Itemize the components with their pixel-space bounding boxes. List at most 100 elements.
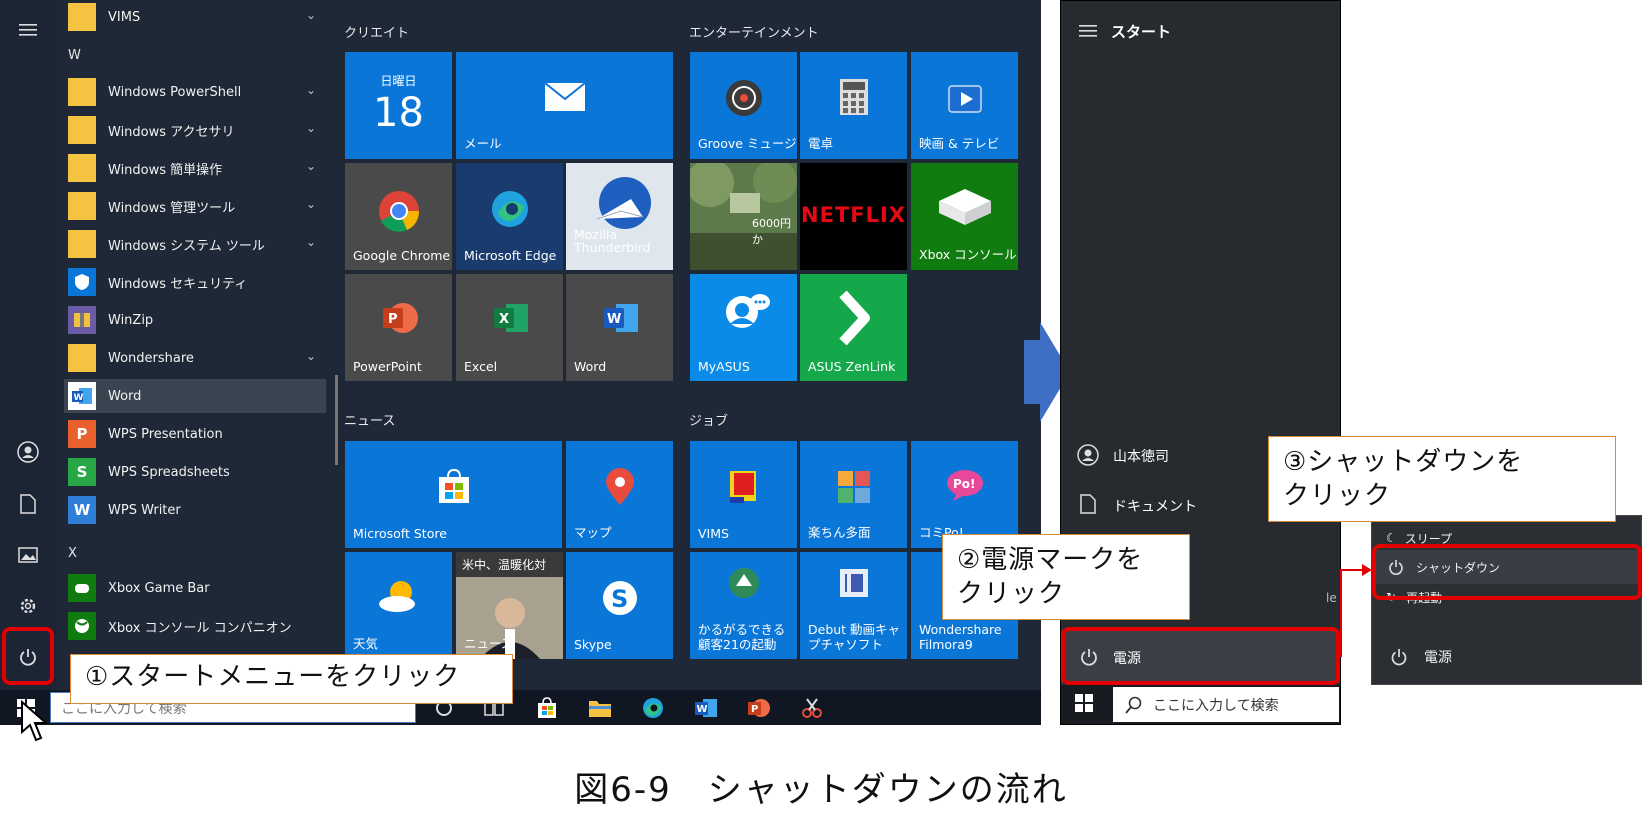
tile-skype[interactable]: S Skype — [566, 552, 673, 659]
menu-item-power[interactable]: 電源 — [1372, 642, 1641, 672]
document-icon[interactable] — [14, 490, 42, 518]
xbox-console-icon — [911, 185, 1018, 238]
tile-debut[interactable]: Debut 動画キャプチャソフト — [800, 552, 907, 659]
list-item[interactable]: Windows PowerShell ⌄ — [64, 75, 326, 109]
list-item[interactable]: Windows アクセサリ ⌄ — [64, 113, 326, 147]
list-item[interactable]: Wondershare ⌄ — [64, 341, 326, 375]
start-rail — [0, 0, 56, 725]
svg-text:W: W — [74, 393, 84, 403]
svg-text:W: W — [697, 704, 708, 715]
tile-weather[interactable]: 天気 — [345, 552, 452, 659]
folder-icon — [68, 230, 96, 258]
edge-icon[interactable] — [639, 694, 667, 722]
user-icon[interactable] — [14, 438, 42, 466]
debut-icon — [800, 566, 907, 609]
tile-zenlink[interactable]: ASUS ZenLink — [800, 274, 907, 381]
tile-vims[interactable]: VIMS — [690, 441, 797, 548]
tile-chrome[interactable]: Google Chrome — [345, 163, 452, 270]
list-item[interactable]: VIMS ⌄ — [64, 0, 326, 34]
tile-groove[interactable]: Groove ミュージ... — [690, 52, 797, 159]
tile-store[interactable]: Microsoft Store — [345, 441, 562, 548]
tile-calculator[interactable]: 電卓 — [800, 52, 907, 159]
tile-karugaru[interactable]: かるがるできる顧客21の起動 — [690, 552, 797, 659]
highlight-power-button — [2, 627, 54, 685]
list-item[interactable]: S WPS Spreadsheets — [64, 455, 326, 489]
store-icon[interactable] — [533, 694, 561, 722]
svg-text:S: S — [611, 585, 628, 613]
list-item[interactable]: Windows システム ツール ⌄ — [64, 227, 326, 261]
list-item[interactable]: W Word — [64, 379, 326, 413]
tile-movies[interactable]: 映画 & テレビ — [911, 52, 1018, 159]
file-explorer-icon[interactable] — [586, 694, 614, 722]
hamburger-icon[interactable] — [1079, 23, 1097, 42]
documents-link[interactable]: ドキュメント — [1113, 496, 1197, 516]
highlight-shutdown — [1372, 544, 1642, 600]
chevron-down-icon: ⌄ — [305, 8, 316, 22]
folder-icon — [68, 78, 96, 106]
app-list: VIMS ⌄ W Windows PowerShell ⌄ Windows アク… — [56, 0, 334, 690]
windows-start-icon[interactable] — [1075, 694, 1093, 716]
tile-thunderbird[interactable]: Mozilla Thunderbird — [566, 163, 673, 270]
tile-netflix[interactable]: NETFLIX — [800, 163, 907, 270]
tile-mail[interactable]: メール — [456, 52, 673, 159]
tile-excel[interactable]: X Excel — [456, 274, 563, 381]
zenlink-icon — [800, 288, 907, 357]
document-icon[interactable] — [1080, 494, 1096, 518]
letter-header[interactable]: W — [68, 48, 81, 63]
list-item[interactable]: Windows 管理ツール ⌄ — [64, 189, 326, 223]
letter-header[interactable]: X — [68, 546, 77, 561]
chevron-down-icon: ⌄ — [305, 83, 316, 97]
tile-rakuchin[interactable]: 楽ちん多面 — [800, 441, 907, 548]
tile-myasus[interactable]: MyASUS — [690, 274, 797, 381]
skype-icon: S — [566, 578, 673, 627]
group-label-news[interactable]: ニュース — [344, 410, 395, 429]
list-item[interactable]: Windows 簡単操作 ⌄ — [64, 151, 326, 185]
group-label-create[interactable]: クリエイト — [344, 22, 409, 41]
powerpoint-icon[interactable]: P — [745, 694, 773, 722]
start-title: スタート — [1111, 23, 1172, 41]
user-icon[interactable] — [1077, 444, 1099, 470]
winzip-icon — [68, 306, 96, 334]
hamburger-icon[interactable] — [14, 16, 42, 44]
chevron-down-icon: ⌄ — [305, 197, 316, 211]
tile-edge[interactable]: Microsoft Edge — [456, 163, 563, 270]
search-icon — [1125, 696, 1142, 714]
weather-icon — [345, 578, 452, 623]
mail-icon — [456, 78, 673, 121]
pictures-icon[interactable] — [14, 541, 42, 569]
folder-icon — [68, 116, 96, 144]
tile-photos[interactable]: 6000円か — [690, 163, 797, 270]
tile-maps[interactable]: マップ — [566, 441, 673, 548]
snipping-tool-icon[interactable] — [798, 694, 826, 722]
list-item[interactable]: WinZip — [64, 303, 326, 337]
settings-icon[interactable] — [14, 592, 42, 620]
store-icon — [345, 467, 562, 516]
list-item[interactable]: Xbox Game Bar — [64, 571, 326, 605]
highlight-power-menu — [1061, 627, 1340, 685]
user-name[interactable]: 山本徳司 — [1113, 446, 1169, 466]
list-item[interactable]: Xbox コンソール コンパニオン — [64, 609, 326, 643]
group-label-entertainment[interactable]: エンターテインメント — [689, 22, 819, 41]
svg-text:Po!: Po! — [953, 477, 976, 491]
movies-icon — [911, 78, 1018, 125]
word-icon: W — [68, 382, 96, 410]
folder-icon — [68, 344, 96, 372]
list-item[interactable]: W WPS Writer — [64, 493, 326, 527]
group-label-jobs[interactable]: ジョブ — [689, 410, 728, 429]
tile-powerpoint[interactable]: P PowerPoint — [345, 274, 452, 381]
tile-news[interactable]: 米中、温暖化対 ニュース — [456, 552, 563, 659]
tile-xbox[interactable]: Xbox コンソール... — [911, 163, 1018, 270]
list-item[interactable]: P WPS Presentation — [64, 417, 326, 451]
callout-step1: ①スタートメニューをクリック — [70, 654, 513, 704]
tile-word[interactable]: W Word — [566, 274, 673, 381]
word-icon[interactable]: W — [692, 694, 720, 722]
edge-icon — [456, 189, 563, 238]
folder-icon — [68, 154, 96, 182]
list-item[interactable]: Windows セキュリティ — [64, 265, 326, 299]
svg-text:P: P — [751, 704, 758, 715]
tile-calendar[interactable]: 日曜日 18 — [345, 52, 452, 159]
tile-komipo[interactable]: Po! コミPo! — [911, 441, 1018, 548]
scrollbar[interactable] — [335, 375, 338, 465]
taskbar-search-box[interactable]: ここに入力して検索 — [1113, 687, 1339, 722]
mouse-cursor-icon — [21, 700, 49, 742]
